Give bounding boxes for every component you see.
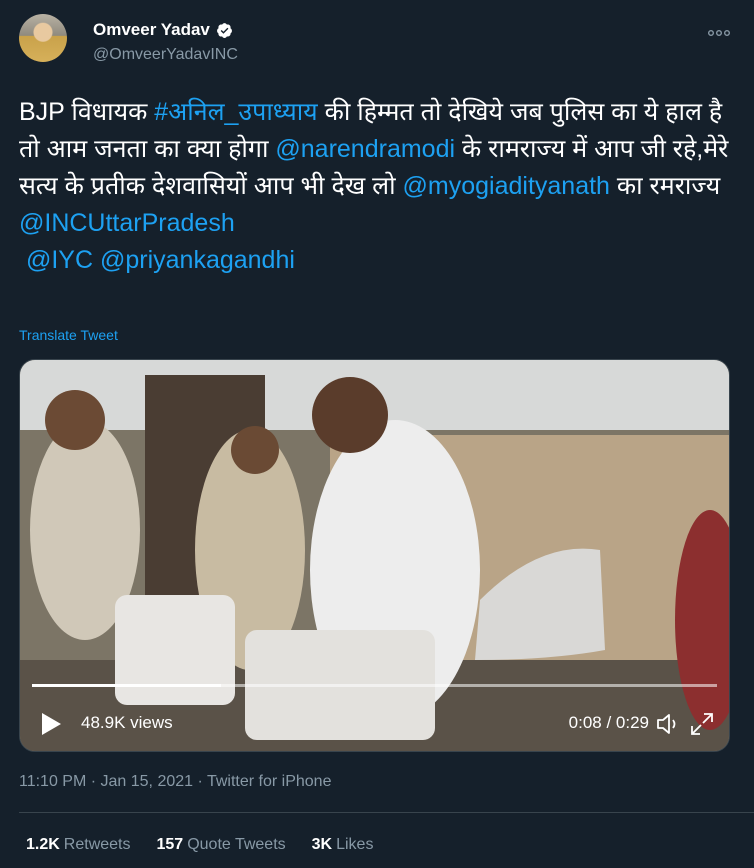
play-icon[interactable] <box>40 712 62 736</box>
divider <box>19 812 754 813</box>
quote-tweets-label: Quote Tweets <box>187 836 286 853</box>
tweet-stats: 1.2K Retweets 157 Quote Tweets 3K Likes <box>26 836 373 854</box>
video-views: 48.9K views <box>81 713 173 732</box>
mention-link[interactable]: @priyankagandhi <box>100 246 295 274</box>
video-player[interactable]: 48.9K views 0:08 / 0:29 <box>19 359 730 752</box>
retweets-label: Retweets <box>63 836 131 853</box>
tweet-text-part: का रमराज्य <box>609 172 721 200</box>
quote-tweets-stat[interactable]: 157 Quote Tweets <box>157 836 286 854</box>
video-time: 0:08 / 0:29 <box>568 713 649 732</box>
tweet-text: BJP विधायक #अनिल_उपाध्याय की हिम्मत तो द… <box>19 94 739 279</box>
author-name[interactable]: Omveer Yadav <box>93 20 233 40</box>
retweets-stat[interactable]: 1.2K Retweets <box>26 836 131 854</box>
quote-tweets-count: 157 <box>156 836 184 853</box>
retweets-count: 1.2K <box>26 836 60 853</box>
likes-label: Likes <box>336 836 374 853</box>
mention-link[interactable]: @narendramodi <box>275 135 455 163</box>
avatar[interactable] <box>19 14 67 62</box>
fullscreen-icon[interactable] <box>689 711 715 737</box>
volume-icon[interactable] <box>655 711 681 737</box>
likes-stat[interactable]: 3K Likes <box>312 836 374 854</box>
tweet-meta: 11:10 PM · Jan 15, 2021 · Twitter for iP… <box>19 773 332 790</box>
author-handle[interactable]: @OmveerYadavINC <box>93 46 238 64</box>
more-icon[interactable] <box>708 20 731 41</box>
mention-link[interactable]: @myogiadityanath <box>403 172 610 200</box>
tweet-text-part: BJP विधायक <box>19 98 155 126</box>
mention-link[interactable]: @INCUttarPradesh <box>19 209 235 237</box>
translate-tweet-link[interactable]: Translate Tweet <box>19 327 118 343</box>
hashtag-link[interactable]: #अनिल_उपाध्याय <box>154 98 317 126</box>
video-progress-fill <box>32 684 222 687</box>
likes-count: 3K <box>311 836 333 853</box>
verified-badge-icon <box>216 22 232 38</box>
video-controls: 48.9K views 0:08 / 0:29 <box>20 693 729 751</box>
video-progress-bar[interactable] <box>32 684 717 687</box>
mention-link[interactable]: @IYC <box>26 246 93 274</box>
author-name-text: Omveer Yadav <box>93 20 210 39</box>
